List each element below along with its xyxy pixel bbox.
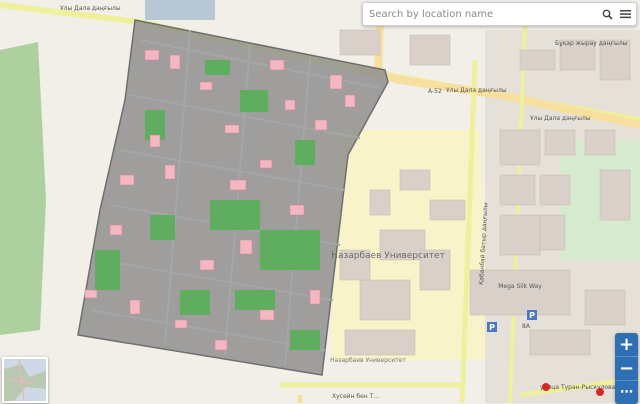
label-parking-2: P: [529, 311, 535, 320]
zoom-in-button[interactable]: +: [615, 333, 638, 357]
label-university: Назарбаев Университет: [331, 251, 445, 261]
more-options-button[interactable]: ⋯: [615, 381, 638, 404]
label-parking: P: [489, 323, 495, 332]
label-road-ulydala-right: Ұлы Дала даңғылы: [529, 115, 591, 122]
label-parking-count: 8A: [522, 323, 531, 330]
hospital-icon: [542, 383, 550, 391]
label-road-ulydala-top-right: Ұлы Дала даңғылы: [445, 87, 507, 94]
label-road-a52: A-52: [428, 88, 442, 95]
layer-minimap-icon[interactable]: [2, 357, 48, 403]
water-area: [145, 0, 215, 20]
search-bar[interactable]: [362, 2, 637, 26]
label-road-bukhar: Бұқар жырау даңғылы: [555, 40, 628, 47]
label-mega-silk-way: Mega Silk Way: [498, 283, 542, 290]
zoom-controls: + − ⋯: [615, 333, 638, 404]
label-road-ulydala-north: Ұлы Дала даңғылы: [59, 5, 121, 12]
map-canvas[interactable]: Ұлы Дала даңғылы A-52 Ұлы Дала даңғылы Ұ…: [0, 0, 640, 403]
park-left: [0, 42, 46, 335]
search-input[interactable]: [367, 4, 600, 24]
label-road-husein: Хусейн бен Т...: [332, 393, 379, 400]
label-university-small: Назарбаев Университет: [330, 357, 406, 364]
zoom-out-button[interactable]: −: [615, 357, 638, 381]
magnifier-icon[interactable]: [600, 7, 614, 21]
label-road-turan: улица Туран-Рыскулова: [540, 384, 616, 391]
hospital-icon-2: [596, 388, 604, 396]
hamburger-menu-icon[interactable]: [618, 7, 632, 21]
